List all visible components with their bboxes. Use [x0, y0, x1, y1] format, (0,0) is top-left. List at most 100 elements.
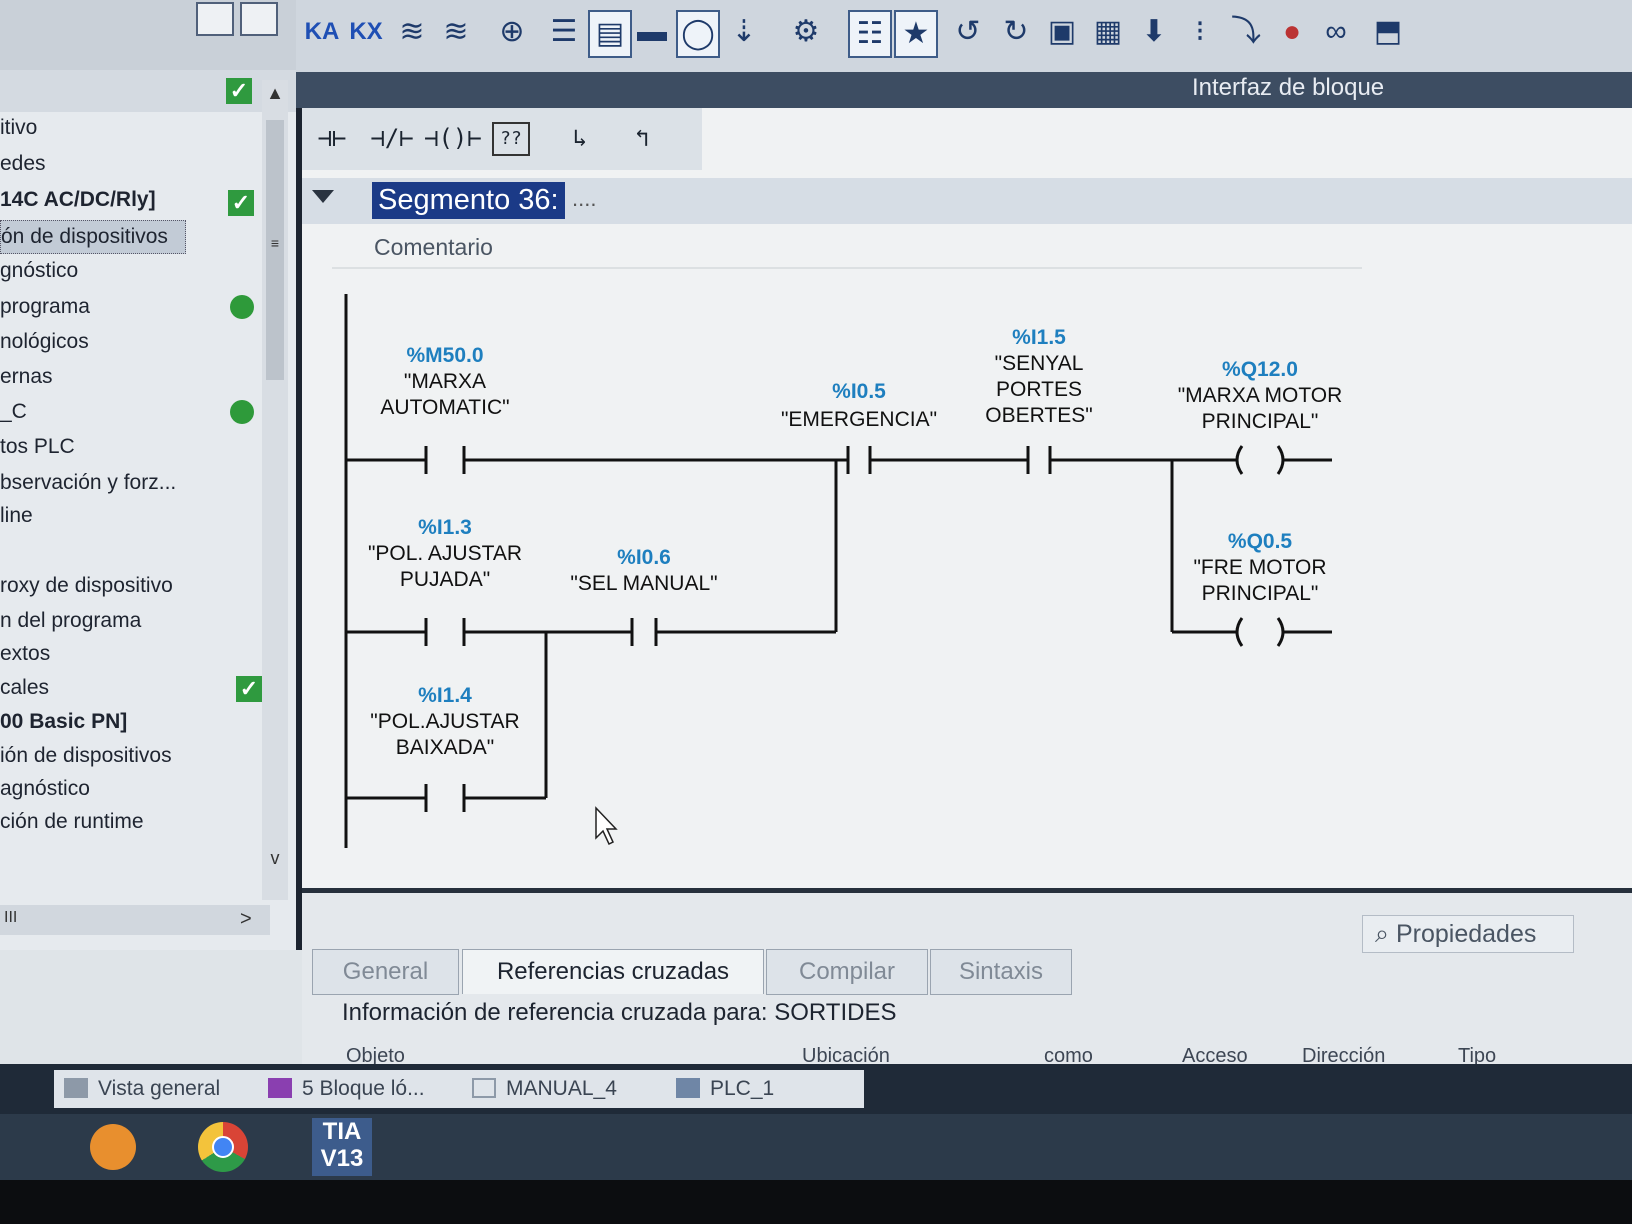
move-block-icon[interactable]: ⊕	[492, 10, 532, 54]
coil-marxa-motor-principal[interactable]: %Q12.0 "MARXA MOTOR PRINCIPAL"	[1178, 358, 1343, 475]
tree-item[interactable]: tos PLC	[0, 431, 75, 463]
upload-icon[interactable]: ⬇	[1134, 10, 1174, 54]
tree-item[interactable]: ión de dispositivos	[0, 740, 172, 772]
tree-header: ✓	[0, 70, 296, 112]
list-view-icon[interactable]	[196, 2, 234, 36]
editor-tab-overview[interactable]: Vista general	[54, 1070, 266, 1108]
coil-address[interactable]: %Q12.0	[1222, 358, 1298, 381]
screen-icon	[472, 1078, 496, 1098]
open-editors-bar: Vista general 5 Bloque ló... MANUAL_4 PL…	[0, 1064, 1632, 1114]
contact-tag-line: AUTOMATIC"	[380, 396, 509, 419]
tree-item[interactable]: gnóstico	[0, 255, 78, 287]
scroll-grip-icon: III	[4, 909, 18, 926]
flag-icon[interactable]: ▬	[632, 10, 672, 54]
breakpoint-icon[interactable]: ↺	[948, 10, 988, 54]
block-interface-bar[interactable]: Interfaz de bloque	[296, 72, 1632, 108]
tree-item[interactable]: bservación y forz...	[0, 467, 176, 499]
tree-item[interactable]: cales	[0, 672, 49, 704]
scroll-down-icon[interactable]: v	[262, 845, 288, 871]
contact-senyal-portes-obertes[interactable]: %I1.5 "SENYAL PORTES OBERTES"	[985, 326, 1093, 474]
monitor-icon[interactable]: ●	[1272, 10, 1312, 54]
tab-general[interactable]: General	[312, 949, 459, 995]
header-check-icon: ✓	[226, 78, 252, 104]
project-tree: ✓ itivo edes 14C AC/DC/Rly] ✓ ón de disp…	[0, 0, 302, 950]
contact-address[interactable]: %I1.3	[418, 516, 472, 539]
contact-tag-line: PUJADA"	[400, 568, 490, 591]
download-icon[interactable]: ▦	[1088, 10, 1128, 54]
media-player-icon[interactable]	[90, 1124, 136, 1170]
inspector-window: ⌕ Propiedades General Referencias cruzad…	[302, 888, 1632, 1083]
cross-reference-info: Información de referencia cruzada para: …	[342, 999, 897, 1026]
menu-lines-icon[interactable]: ≡	[262, 230, 288, 256]
insert-row-icon[interactable]: ≋	[392, 10, 432, 54]
comment-icon[interactable]: ◯	[676, 10, 720, 58]
contact-pol-ajustar-baixada[interactable]: %I1.4 "POL.AJUSTAR BAIXADA"	[370, 684, 520, 812]
tab-syntax[interactable]: Sintaxis	[930, 949, 1072, 995]
tree-item-plc[interactable]: 14C AC/DC/Rly]	[0, 184, 156, 216]
coil-fre-motor-principal[interactable]: %Q0.5 "FRE MOTOR PRINCIPAL"	[1193, 530, 1327, 647]
tree-item[interactable]: programa	[0, 291, 90, 323]
coil-tag-line: PRINCIPAL"	[1202, 582, 1319, 605]
tia-portal-window: ✓ itivo edes 14C AC/DC/Rly] ✓ ón de disp…	[0, 0, 1632, 1224]
table-view-icon[interactable]	[240, 2, 278, 36]
tree-item-hmi[interactable]: 00 Basic PN]	[0, 706, 127, 738]
coil-tag-line: "MARXA MOTOR	[1178, 384, 1343, 407]
editor-tab-label: 5 Bloque ló...	[302, 1077, 425, 1100]
editor-tab-logic-block[interactable]: 5 Bloque ló...	[258, 1070, 478, 1108]
list-icon[interactable]: ☰	[544, 10, 584, 54]
window-icon[interactable]: ▤	[588, 10, 632, 58]
tree-item[interactable]: ción de runtime	[0, 806, 144, 838]
tree-item[interactable]: _C	[0, 396, 27, 428]
step-icon[interactable]: ⁝	[1180, 10, 1220, 54]
block-interface-label[interactable]: Interfaz de bloque	[1192, 74, 1384, 102]
compare-icon[interactable]: ▣	[1042, 10, 1082, 54]
step-out-icon[interactable]: ⤵	[1226, 10, 1266, 54]
coil-address[interactable]: %Q0.5	[1228, 530, 1293, 553]
properties-label[interactable]: Propiedades	[1396, 920, 1536, 948]
network-insert-icon[interactable]: KA	[302, 10, 342, 54]
contact-address[interactable]: %I1.5	[1012, 326, 1066, 349]
contact-address[interactable]: %M50.0	[406, 344, 483, 367]
glasses-icon[interactable]: ∞	[1316, 10, 1356, 54]
sort-icon[interactable]: ⇣	[724, 10, 764, 54]
tab-compile[interactable]: Compilar	[766, 949, 928, 995]
status-ok-icon	[230, 400, 254, 424]
tab-cross-references[interactable]: Referencias cruzadas	[462, 949, 764, 994]
address-icon[interactable]: ⚙	[786, 10, 826, 54]
editor-tab-plc[interactable]: PLC_1	[666, 1070, 864, 1108]
tree-item[interactable]: roxy de dispositivo	[0, 570, 173, 602]
scroll-up-icon[interactable]: ▲	[262, 80, 288, 106]
tree-vertical-scrollbar[interactable]: ▲ ≡ v	[262, 80, 288, 900]
append-row-icon[interactable]: ≋	[436, 10, 476, 54]
contact-tag-line: "MARXA	[404, 370, 486, 393]
properties-button[interactable]: ⌕ Propiedades	[1362, 915, 1574, 953]
tree-item[interactable]: ernas	[0, 361, 53, 393]
tia-portal-icon[interactable]: TIA V13	[312, 1118, 372, 1176]
contact-address[interactable]: %I0.5	[832, 380, 886, 403]
tree-item[interactable]: n del programa	[0, 605, 141, 637]
tree-horizontal-scrollbar[interactable]: III >	[0, 905, 270, 935]
go-to-error-icon[interactable]: ↻	[996, 10, 1036, 54]
exit-icon[interactable]: ⬒	[1368, 10, 1408, 54]
tree-item[interactable]: itivo	[0, 112, 37, 144]
tia-version-label: V13	[320, 1145, 364, 1172]
contact-marx-automatic[interactable]: %M50.0 "MARXA AUTOMATIC"	[380, 344, 510, 474]
tree-item[interactable]: extos	[0, 638, 50, 670]
contact-address[interactable]: %I0.6	[617, 546, 671, 569]
tree-item[interactable]: edes	[0, 148, 46, 180]
chrome-icon[interactable]	[198, 1122, 248, 1172]
contact-tag-line: "SENYAL	[995, 352, 1084, 375]
editor-toolbar: KA KX ≋ ≋ ⊕ ☰ ▤ ▬ ◯ ⇣ ⚙ ☷ ★ ↺ ↻ ▣ ▦ ⬇ ⁝ …	[296, 0, 1632, 74]
block-icon	[268, 1078, 292, 1098]
favorites-icon[interactable]: ★	[894, 10, 938, 58]
editor-tab-manual[interactable]: MANUAL_4	[462, 1070, 666, 1108]
tree-item-selected[interactable]: ón de dispositivos	[0, 220, 186, 254]
tree-item[interactable]: nológicos	[0, 326, 89, 358]
network-delete-icon[interactable]: KX	[346, 10, 386, 54]
contact-pol-ajustar-pujada[interactable]: %I1.3 "POL. AJUSTAR PUJADA"	[368, 516, 522, 646]
tree-item[interactable]: agnóstico	[0, 773, 90, 805]
absolute-operands-icon[interactable]: ☷	[848, 10, 892, 58]
contact-address[interactable]: %I1.4	[418, 684, 472, 707]
scroll-right-icon[interactable]: >	[240, 908, 252, 931]
tree-item[interactable]: line	[0, 500, 33, 532]
